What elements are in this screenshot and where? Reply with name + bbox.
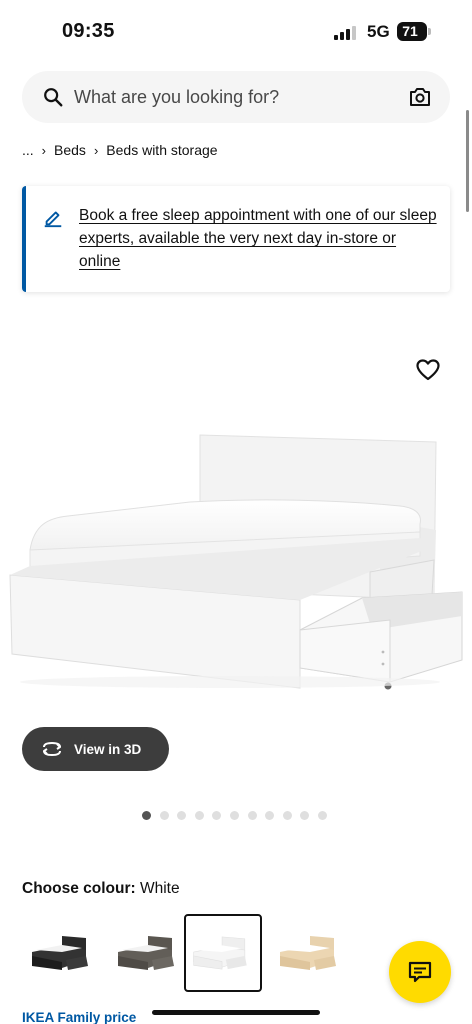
- view-in-3d-button[interactable]: View in 3D: [22, 727, 169, 771]
- carousel-dot[interactable]: [300, 811, 310, 820]
- home-indicator[interactable]: [152, 1010, 320, 1015]
- battery-icon: 71: [397, 22, 427, 41]
- carousel-dot[interactable]: [177, 811, 187, 820]
- colour-swatch-grey[interactable]: [108, 914, 186, 992]
- scrollbar[interactable]: [466, 110, 469, 212]
- chevron-right-icon: ›: [93, 142, 99, 158]
- battery-level: 71: [402, 23, 418, 39]
- chevron-right-icon: ›: [41, 142, 47, 158]
- carousel-dot[interactable]: [142, 811, 151, 820]
- search-icon: [44, 88, 63, 107]
- carousel-dot[interactable]: [212, 811, 222, 820]
- camera-icon[interactable]: [408, 85, 432, 109]
- chat-button[interactable]: [389, 941, 451, 1003]
- status-bar: 09:35 5G 71: [0, 0, 472, 62]
- carousel-dot[interactable]: [265, 811, 275, 820]
- battery-cap: [428, 28, 431, 35]
- search-input[interactable]: [74, 71, 394, 123]
- colour-swatch-black[interactable]: [22, 914, 100, 992]
- carousel-dot[interactable]: [229, 811, 239, 820]
- carousel-dot[interactable]: [194, 811, 204, 820]
- product-image[interactable]: [0, 420, 472, 710]
- rotate-3d-icon: [43, 741, 61, 757]
- chat-icon: [408, 961, 432, 983]
- network-type: 5G: [367, 22, 390, 41]
- colour-label: Choose colour:: [22, 880, 136, 897]
- carousel-dot[interactable]: [159, 811, 169, 820]
- heart-icon[interactable]: [416, 359, 440, 381]
- breadcrumb-ellipsis[interactable]: ...: [22, 142, 34, 158]
- colour-heading: Choose colour: White: [22, 880, 180, 898]
- breadcrumb-item-beds-with-storage[interactable]: Beds with storage: [106, 142, 217, 158]
- sleep-appointment-banner[interactable]: Book a free sleep appointment with one o…: [22, 186, 450, 292]
- banner-link[interactable]: Book a free sleep appointment with one o…: [79, 204, 439, 273]
- carousel-dot[interactable]: [317, 811, 327, 820]
- search-bar[interactable]: [22, 71, 450, 123]
- colour-swatch-oak[interactable]: [270, 914, 348, 992]
- colour-swatches: [22, 914, 352, 992]
- image-carousel-indicator: [142, 811, 336, 820]
- carousel-dot[interactable]: [282, 811, 292, 820]
- colour-value: White: [139, 880, 180, 897]
- breadcrumb-item-beds[interactable]: Beds: [54, 142, 86, 158]
- carousel-dot[interactable]: [247, 811, 257, 820]
- signal-icon: [334, 26, 356, 40]
- ikea-family-price-label: IKEA Family price: [22, 1010, 137, 1024]
- banner-accent-stripe: [22, 186, 26, 292]
- breadcrumb: ... › Beds › Beds with storage: [22, 142, 218, 158]
- colour-swatch-white[interactable]: [184, 914, 262, 992]
- edit-pen-icon: [44, 211, 62, 228]
- view-in-3d-label: View in 3D: [74, 741, 142, 757]
- status-time: 09:35: [62, 20, 115, 42]
